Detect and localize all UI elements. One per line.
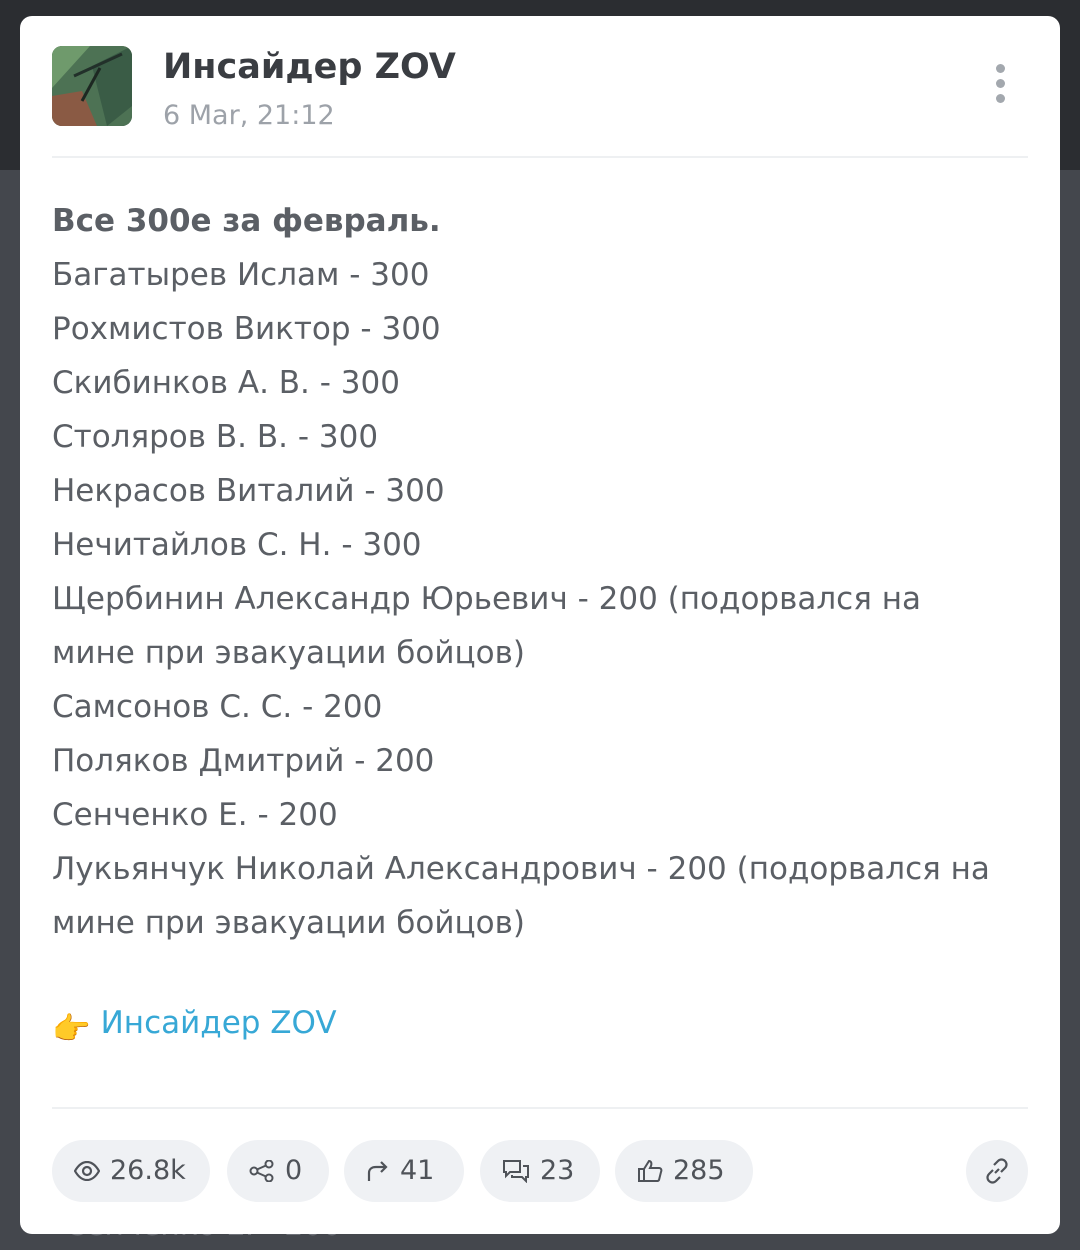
post-heading: Все 300е за февраль. [52,203,441,239]
post-header: Инсайдер ZOV 6 Mar, 21:12 [52,46,1028,158]
post-text: Все 300е за февраль. Багатырев Ислам - 3… [52,194,1032,950]
forwards-button[interactable]: 41 [344,1140,464,1202]
signature-link[interactable]: 👉 Инсайдер ZOV [52,1001,337,1051]
link-icon [986,1158,1008,1184]
post-line: Щербинин Александр Юрьевич - 200 (подорв… [52,581,921,671]
post-line: Некрасов Виталий - 300 [52,473,445,509]
shares-button[interactable]: 0 [227,1140,329,1202]
vertical-dots-icon[interactable] [992,64,1008,108]
channel-avatar[interactable] [52,46,132,126]
post-line: Нечитайлов С. Н. - 300 [52,527,422,563]
comments-icon [503,1160,529,1183]
share-nodes-icon [249,1160,274,1182]
channel-name[interactable]: Инсайдер ZOV [163,46,456,88]
likes-button[interactable]: 285 [615,1140,753,1202]
post-line: Поляков Дмитрий - 200 [52,743,435,779]
post-line: Самсонов С. С. - 200 [52,689,383,725]
header-divider [52,156,1028,158]
footer-divider [52,1107,1028,1109]
likes-count: 285 [673,1155,725,1186]
copy-link-button[interactable] [966,1140,1028,1202]
signature-link-text[interactable]: Инсайдер ZOV [101,1005,337,1041]
comments-count: 23 [540,1155,575,1186]
post-line: Рохмистов Виктор - 300 [52,311,441,347]
forward-arrow-icon [367,1161,388,1181]
shares-count: 0 [285,1155,303,1186]
post-line: Лукьянчук Николай Александрович - 200 (п… [52,851,990,941]
post-line: Сенченко Е. - 200 [52,797,338,833]
post-date: 6 Mar, 21:12 [163,100,335,131]
forwards-count: 41 [400,1155,435,1186]
comments-button[interactable]: 23 [480,1140,600,1202]
thumbs-up-icon [638,1159,663,1182]
post-stats: 26.8k 0 41 23 285 [52,1140,1028,1202]
post-line: Скибинков А. В. - 300 [52,365,400,401]
views-count: 26.8k [110,1155,186,1186]
post-line: Столяров В. В. - 300 [52,419,379,455]
post-card: Инсайдер ZOV 6 Mar, 21:12 Все 300е за фе… [20,16,1060,1234]
eye-icon [74,1161,100,1181]
post-line: Багатырев Ислам - 300 [52,257,430,293]
pointing-hand-icon: 👉 [52,1011,91,1047]
views-button[interactable]: 26.8k [52,1140,210,1202]
